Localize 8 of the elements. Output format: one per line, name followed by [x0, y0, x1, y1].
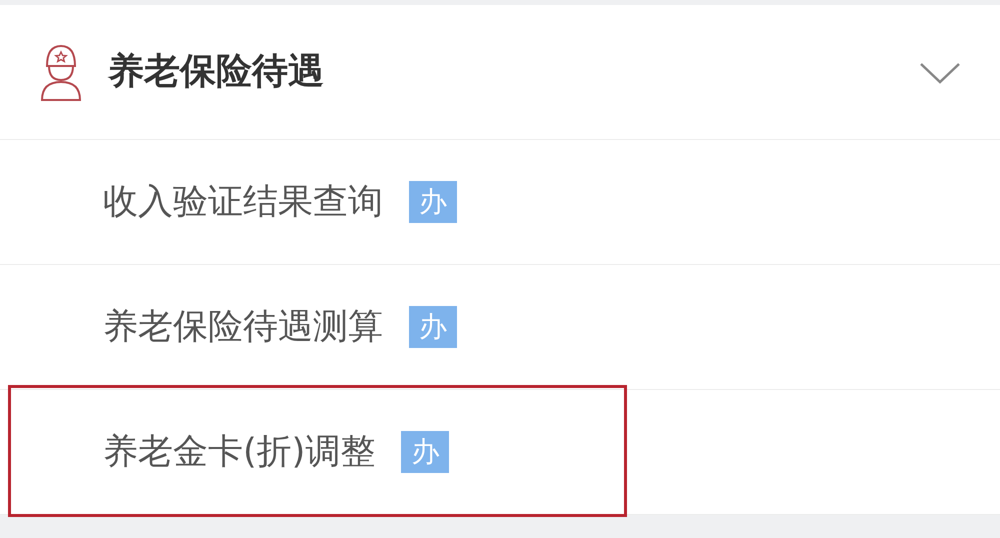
section-title: 养老保险待遇	[108, 50, 325, 94]
menu-item[interactable]: 养老保险待遇测算	[103, 306, 383, 348]
action-tag: 办	[401, 431, 450, 473]
action-tag: 办	[409, 181, 457, 223]
menu-item[interactable]: 养老金卡(折)调整	[103, 431, 376, 473]
action-tag: 办	[409, 306, 457, 348]
worker-icon	[40, 42, 82, 102]
menu-item[interactable]: 收入验证结果查询	[103, 181, 383, 223]
